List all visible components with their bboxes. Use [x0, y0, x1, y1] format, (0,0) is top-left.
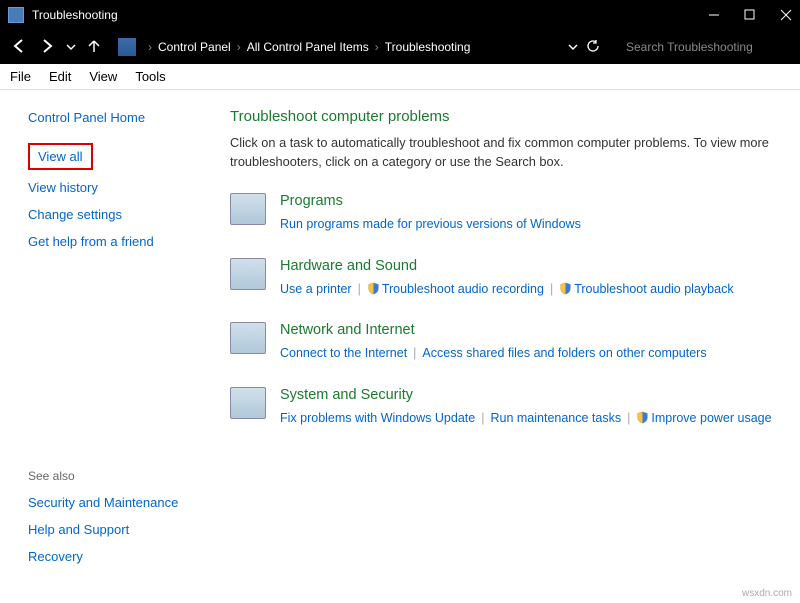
- watermark: wsxdn.com: [742, 588, 792, 599]
- category: Programs Run programs made for previous v…: [230, 193, 790, 236]
- titlebar: Troubleshooting: [0, 0, 800, 30]
- sidebar-change-settings[interactable]: Change settings: [28, 207, 220, 222]
- sidebar-get-help[interactable]: Get help from a friend: [28, 234, 220, 249]
- sidebar-help-support[interactable]: Help and Support: [28, 522, 220, 537]
- category-links: Use a printer | Troubleshoot audio recordi…: [280, 278, 790, 301]
- up-button[interactable]: [86, 38, 102, 57]
- task-link[interactable]: Use a printer: [280, 282, 352, 296]
- uac-shield-icon: [367, 282, 382, 296]
- breadcrumb: › Control Panel › All Control Panel Item…: [118, 38, 558, 56]
- navbar: › Control Panel › All Control Panel Item…: [0, 30, 800, 64]
- task-link[interactable]: Run maintenance tasks: [490, 411, 621, 425]
- category-links: Fix problems with Windows Update | Run mai…: [280, 407, 790, 430]
- divider: |: [358, 282, 361, 296]
- category: System and Security Fix problems with Win…: [230, 387, 790, 430]
- menu-view[interactable]: View: [89, 69, 117, 84]
- task-link[interactable]: Access shared files and folders on other…: [422, 346, 706, 360]
- breadcrumb-item[interactable]: All Control Panel Items: [247, 40, 369, 54]
- category-icon: [230, 322, 266, 354]
- category: Hardware and Sound Use a printer | Troubles…: [230, 258, 790, 301]
- control-panel-icon: [118, 38, 136, 56]
- task-link[interactable]: Troubleshoot audio playback: [574, 282, 733, 296]
- divider: |: [550, 282, 553, 296]
- back-button[interactable]: [10, 37, 28, 58]
- minimize-button[interactable]: [708, 9, 720, 21]
- category-icon: [230, 193, 266, 225]
- page-subtitle: Click on a task to automatically trouble…: [230, 133, 790, 171]
- menu-tools[interactable]: Tools: [135, 69, 165, 84]
- sidebar-security-maintenance[interactable]: Security and Maintenance: [28, 495, 220, 510]
- task-link[interactable]: Fix problems with Windows Update: [280, 411, 475, 425]
- chevron-right-icon: ›: [375, 40, 379, 54]
- uac-shield-icon: [636, 411, 651, 425]
- breadcrumb-item[interactable]: Control Panel: [158, 40, 231, 54]
- menu-edit[interactable]: Edit: [49, 69, 71, 84]
- sidebar-view-history[interactable]: View history: [28, 180, 220, 195]
- category-icon: [230, 258, 266, 290]
- forward-button[interactable]: [38, 37, 56, 58]
- divider: |: [627, 411, 630, 425]
- category-icon: [230, 387, 266, 419]
- sidebar-recovery[interactable]: Recovery: [28, 549, 220, 564]
- category-links: Run programs made for previous versions …: [280, 213, 790, 236]
- sidebar-control-panel-home[interactable]: Control Panel Home: [28, 110, 220, 125]
- app-icon: [8, 7, 24, 23]
- breadcrumb-item[interactable]: Troubleshooting: [385, 40, 471, 54]
- sidebar: Control Panel Home View all View history…: [0, 90, 220, 603]
- category-title[interactable]: Hardware and Sound: [280, 258, 790, 274]
- close-button[interactable]: [780, 9, 792, 21]
- uac-shield-icon: [559, 282, 574, 296]
- task-link[interactable]: Run programs made for previous versions …: [280, 217, 581, 231]
- menu-file[interactable]: File: [10, 69, 31, 84]
- page-heading: Troubleshoot computer problems: [230, 108, 790, 125]
- category: Network and Internet Connect to the Inter…: [230, 322, 790, 365]
- window-title: Troubleshooting: [32, 8, 708, 22]
- maximize-button[interactable]: [744, 9, 756, 21]
- category-title[interactable]: System and Security: [280, 387, 790, 403]
- category-links: Connect to the Internet | Access shared fi…: [280, 342, 790, 365]
- refresh-button[interactable]: [586, 39, 600, 56]
- breadcrumb-dropdown[interactable]: [568, 40, 578, 55]
- chevron-right-icon: ›: [237, 40, 241, 54]
- task-link[interactable]: Connect to the Internet: [280, 346, 407, 360]
- divider: |: [413, 346, 416, 360]
- recent-dropdown[interactable]: [66, 40, 76, 55]
- task-link[interactable]: Improve power usage: [651, 411, 771, 425]
- category-title[interactable]: Network and Internet: [280, 322, 790, 338]
- chevron-right-icon: ›: [148, 40, 152, 54]
- sidebar-view-all[interactable]: View all: [38, 149, 83, 164]
- menubar: File Edit View Tools: [0, 64, 800, 90]
- main-panel: Troubleshoot computer problems Click on …: [220, 90, 800, 603]
- content: Control Panel Home View all View history…: [0, 90, 800, 603]
- divider: |: [481, 411, 484, 425]
- search-input[interactable]: [620, 35, 790, 59]
- category-title[interactable]: Programs: [280, 193, 790, 209]
- sidebar-item-highlight: View all: [28, 143, 93, 170]
- task-link[interactable]: Troubleshoot audio recording: [382, 282, 544, 296]
- see-also-label: See also: [28, 469, 220, 483]
